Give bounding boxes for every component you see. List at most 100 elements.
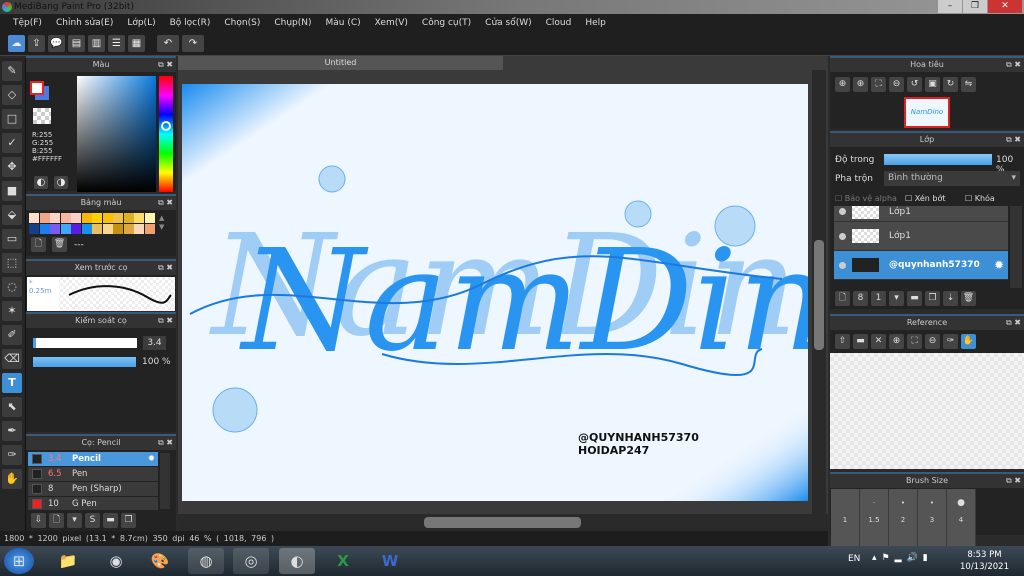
brush-tool-icon[interactable]: ✎ bbox=[2, 61, 22, 81]
palette-swatch[interactable] bbox=[92, 213, 102, 223]
close-button[interactable]: ✕ bbox=[988, 0, 1022, 13]
palette-swatch[interactable] bbox=[39, 213, 50, 223]
word-icon[interactable]: W bbox=[372, 548, 408, 574]
menu-filter[interactable]: Bộ lọc(R) bbox=[163, 14, 218, 32]
layer-item[interactable]: Lớp1 bbox=[834, 222, 1008, 251]
brush-size-4[interactable]: ● 4 bbox=[947, 489, 976, 549]
page-icon[interactable]: ▥ bbox=[88, 35, 105, 52]
dot-tool-icon[interactable]: □ bbox=[2, 109, 22, 129]
palette-scroll[interactable]: ▲ ▼ bbox=[159, 214, 164, 232]
brush-list-scrollbar[interactable] bbox=[160, 453, 170, 509]
palette-swatch[interactable] bbox=[134, 213, 144, 223]
divide-tool-icon[interactable]: ✒ bbox=[2, 421, 22, 441]
fit-icon[interactable]: ⛶ bbox=[871, 77, 886, 92]
palette-swatch[interactable] bbox=[102, 213, 113, 223]
brush-size-3[interactable]: • 3 bbox=[918, 489, 947, 549]
clipping-checkbox[interactable]: ☐ Xén bớt bbox=[905, 194, 945, 203]
palette-swatch[interactable] bbox=[60, 224, 71, 234]
palette-swatch[interactable] bbox=[123, 224, 134, 234]
menu-layer[interactable]: Lớp(L) bbox=[120, 14, 162, 32]
panel-float-close-icon[interactable]: ⧉ ✖ bbox=[158, 261, 173, 275]
hand-icon[interactable]: ✋ bbox=[961, 334, 976, 349]
magic-wand-tool-icon[interactable]: ✶ bbox=[2, 301, 22, 321]
text-tool-icon[interactable]: T bbox=[2, 373, 22, 393]
upload-icon[interactable]: ⇧ bbox=[835, 334, 850, 349]
zoom-in-icon[interactable]: ⊕ bbox=[889, 334, 904, 349]
operation-tool-icon[interactable]: ⬉ bbox=[2, 397, 22, 417]
menu-help[interactable]: Help bbox=[578, 14, 613, 32]
brush-size-1-5[interactable]: · 1.5 bbox=[860, 489, 889, 549]
start-button[interactable]: ⊞ bbox=[4, 548, 34, 574]
delete-palette-icon[interactable]: 🗑 bbox=[52, 237, 67, 252]
layer-opacity-slider[interactable] bbox=[884, 154, 992, 165]
tray-icons[interactable]: ▴⚑▂🔊▮ bbox=[872, 553, 933, 563]
brush-size-slider[interactable] bbox=[33, 338, 137, 348]
merge-layer-icon[interactable]: ⇣ bbox=[943, 291, 958, 306]
menu-snap[interactable]: Chụp(N) bbox=[267, 14, 318, 32]
horizontal-scroll-thumb[interactable] bbox=[424, 517, 581, 528]
layer-item[interactable]: Lớp1 bbox=[834, 206, 1008, 222]
new-brush-icon[interactable]: 🗋 bbox=[49, 513, 64, 528]
palette-swatch[interactable] bbox=[60, 213, 71, 223]
eyedropper-tool-icon[interactable]: ✑ bbox=[2, 445, 22, 465]
blend-mode-select[interactable]: Bình thường ▾ bbox=[884, 171, 1020, 186]
new-palette-icon[interactable]: 🗋 bbox=[31, 237, 46, 252]
clock[interactable]: 8:53 PM 10/13/2021 bbox=[960, 549, 1009, 573]
brush-item-g-pen[interactable]: 10 G Pen bbox=[28, 497, 158, 510]
panel-float-close-icon[interactable]: ⧉ ✖ bbox=[1006, 133, 1021, 147]
palette-swatch[interactable] bbox=[92, 224, 102, 234]
palette-swatch[interactable] bbox=[71, 213, 81, 223]
eraser-tool-icon[interactable]: ◇ bbox=[2, 85, 22, 105]
lock-checkbox[interactable]: ☐ Khóa bbox=[965, 194, 995, 203]
visibility-toggle[interactable] bbox=[839, 208, 846, 215]
visibility-toggle[interactable] bbox=[839, 233, 846, 240]
move-tool-icon[interactable]: ✥ bbox=[2, 157, 22, 177]
menu-cloud[interactable]: Cloud bbox=[539, 14, 579, 32]
reference-view[interactable] bbox=[830, 353, 1024, 469]
paint-icon[interactable]: 🎨 bbox=[142, 548, 178, 574]
chrome-icon[interactable]: ◎ bbox=[233, 548, 269, 574]
palette-swatch[interactable] bbox=[29, 213, 39, 223]
saturation-value-picker[interactable] bbox=[77, 76, 156, 192]
palette-swatch[interactable] bbox=[123, 213, 134, 223]
horizontal-scrollbar[interactable] bbox=[178, 514, 828, 531]
eyedropper-icon[interactable]: ✑ bbox=[943, 334, 958, 349]
menu-select[interactable]: Chọn(S) bbox=[217, 14, 267, 32]
visibility-toggle[interactable] bbox=[839, 262, 846, 269]
document-tab[interactable]: Untitled bbox=[178, 56, 503, 70]
select-pen-tool-icon[interactable]: ✓ bbox=[2, 133, 22, 153]
palette-swatch[interactable] bbox=[134, 224, 144, 234]
gradient-tool-icon[interactable]: ▭ bbox=[2, 229, 22, 249]
add-brush-dropdown-icon[interactable]: ▾ bbox=[67, 513, 82, 528]
minimize-button[interactable]: – bbox=[938, 0, 962, 13]
palette-swatch[interactable] bbox=[29, 224, 39, 234]
rotate-left-icon[interactable]: ↺ bbox=[907, 77, 922, 92]
panel-float-close-icon[interactable]: ⧉ ✖ bbox=[158, 58, 173, 72]
menu-edit[interactable]: Chỉnh sửa(E) bbox=[49, 14, 120, 32]
comment-icon[interactable]: ▤ bbox=[68, 35, 85, 52]
select-pen-icon[interactable]: ✐ bbox=[2, 325, 22, 345]
flip-icon[interactable]: ⇋ bbox=[961, 77, 976, 92]
panel-float-close-icon[interactable]: ⧉ ✖ bbox=[1006, 58, 1021, 72]
layer-settings-gear-icon[interactable]: ✹ bbox=[994, 258, 1004, 272]
download-brush-icon[interactable]: ⇩ bbox=[31, 513, 46, 528]
brush-item-pen-sharp[interactable]: 8 Pen (Sharp) bbox=[28, 482, 158, 497]
open-folder-icon[interactable]: ▬ bbox=[853, 334, 868, 349]
zoom-out-icon[interactable]: ⊖ bbox=[889, 77, 904, 92]
panel-float-close-icon[interactable]: ⧉ ✖ bbox=[158, 196, 173, 210]
hue-slider[interactable] bbox=[159, 76, 173, 192]
palette-swatch[interactable] bbox=[144, 224, 155, 234]
hand-tool-icon[interactable]: ✋ bbox=[2, 469, 22, 489]
speech-bubble-icon[interactable]: 💬 bbox=[48, 35, 65, 52]
palette-swatch[interactable] bbox=[102, 224, 113, 234]
brush-opacity-slider[interactable] bbox=[33, 357, 136, 367]
app-icon[interactable]: ◉ bbox=[98, 548, 134, 574]
fit-icon[interactable]: ⛶ bbox=[907, 334, 922, 349]
panel-float-close-icon[interactable]: ⧉ ✖ bbox=[1006, 316, 1021, 330]
delete-layer-icon[interactable]: 🗑 bbox=[961, 291, 976, 306]
language-indicator[interactable]: EN bbox=[848, 554, 860, 564]
bucket-tool-icon[interactable]: ⬙ bbox=[2, 205, 22, 225]
duplicate-layer-icon[interactable]: ❐ bbox=[925, 291, 940, 306]
discord-icon[interactable]: ◍ bbox=[188, 548, 224, 574]
file-explorer-icon[interactable]: 📁 bbox=[50, 548, 86, 574]
